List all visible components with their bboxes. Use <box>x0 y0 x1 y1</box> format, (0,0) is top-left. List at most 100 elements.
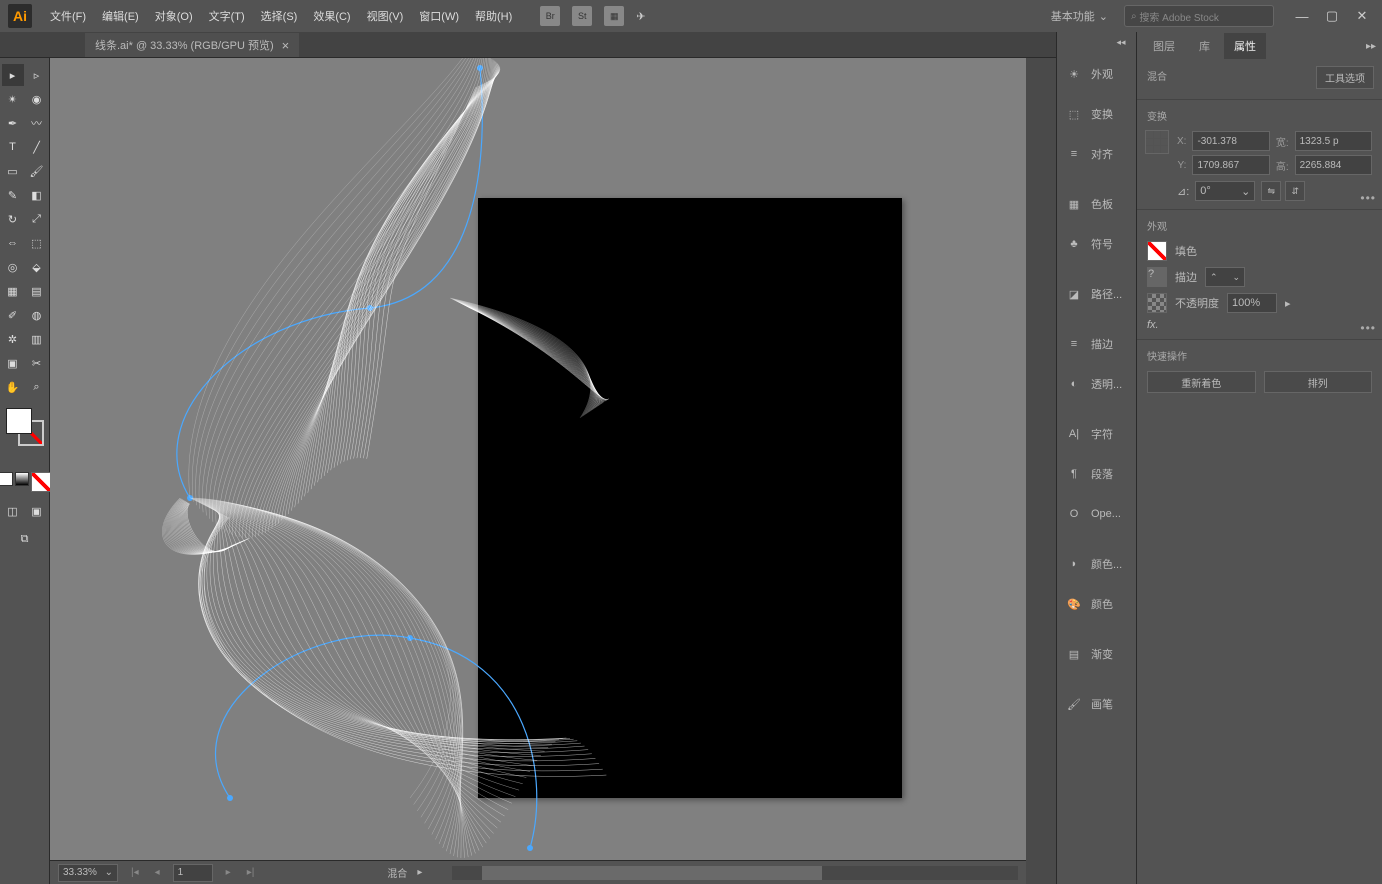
gradient-tool[interactable]: ▤ <box>26 280 48 302</box>
menu-effect[interactable]: 效果(C) <box>305 4 358 28</box>
dock-stroke[interactable]: ≡描边 <box>1057 324 1136 364</box>
fill-swatch[interactable] <box>1147 241 1167 261</box>
panel-collapse-icon[interactable]: ▸▸ <box>1366 41 1376 52</box>
flip-horizontal-button[interactable]: ⇋ <box>1261 181 1281 201</box>
pen-tool[interactable]: ✒ <box>2 112 24 134</box>
scale-tool[interactable]: ⤢ <box>26 208 48 230</box>
zoom-tool[interactable]: ⌕ <box>26 376 48 398</box>
dock-character[interactable]: A|字符 <box>1057 414 1136 454</box>
screen-mode-normal[interactable]: ◫ <box>2 500 24 522</box>
shaper-tool[interactable]: ✎ <box>2 184 24 206</box>
menu-view[interactable]: 视图(V) <box>359 4 412 28</box>
arrange-button[interactable]: 排列 <box>1264 371 1373 393</box>
fill-swatch[interactable] <box>6 408 32 434</box>
tab-libraries[interactable]: 库 <box>1189 33 1220 59</box>
recolor-button[interactable]: 重新着色 <box>1147 371 1256 393</box>
horizontal-scrollbar[interactable] <box>452 866 1018 880</box>
dock-appearance[interactable]: ☀外观 <box>1057 54 1136 94</box>
tab-properties[interactable]: 属性 <box>1224 33 1266 59</box>
dock-collapse-button[interactable]: ◂◂ <box>1106 32 1136 52</box>
opacity-input[interactable]: 100% <box>1227 293 1277 313</box>
opacity-swatch[interactable] <box>1147 293 1167 313</box>
section-menu-icon[interactable]: ••• <box>1360 191 1376 205</box>
tab-close-icon[interactable]: × <box>282 38 290 53</box>
close-button[interactable]: ✕ <box>1350 7 1374 25</box>
stroke-weight-input[interactable]: ⌃⌄ <box>1205 267 1245 287</box>
artboard-number-input[interactable]: 1 <box>173 864 213 882</box>
swatch-none[interactable] <box>31 472 51 492</box>
symbol-sprayer-tool[interactable]: ✲ <box>2 328 24 350</box>
dock-brushes[interactable]: 🖌画笔 <box>1057 684 1136 724</box>
dock-paragraph[interactable]: ¶段落 <box>1057 454 1136 494</box>
eyedropper-tool[interactable]: ✐ <box>2 304 24 326</box>
zoom-input[interactable]: 33.33%⌄ <box>58 864 118 882</box>
dock-transparency[interactable]: ◐透明... <box>1057 364 1136 404</box>
tab-layers[interactable]: 图层 <box>1143 33 1185 59</box>
first-artboard-button[interactable]: |◂ <box>128 867 142 878</box>
menu-type[interactable]: 文字(T) <box>201 4 253 28</box>
dock-pathfinder[interactable]: ◪路径... <box>1057 274 1136 314</box>
lasso-tool[interactable]: ◉ <box>26 88 48 110</box>
paintbrush-tool[interactable]: 🖌 <box>26 160 48 182</box>
stroke-swatch[interactable]: ? <box>1147 267 1167 287</box>
change-screen-mode[interactable]: ⧉ <box>14 528 36 550</box>
reference-point-selector[interactable] <box>1145 130 1169 154</box>
menu-edit[interactable]: 编辑(E) <box>94 4 147 28</box>
eraser-tool[interactable]: ◧ <box>26 184 48 206</box>
next-artboard-button[interactable]: ▸ <box>223 867 234 878</box>
shape-builder-tool[interactable]: ◎ <box>2 256 24 278</box>
slice-tool[interactable]: ✂ <box>26 352 48 374</box>
y-input[interactable]: 1709.867 <box>1192 155 1269 175</box>
line-tool[interactable]: ╱ <box>26 136 48 158</box>
maximize-button[interactable]: ▢ <box>1320 7 1344 25</box>
swatch-gradient[interactable] <box>15 472 29 486</box>
dock-swatches[interactable]: ▦色板 <box>1057 184 1136 224</box>
scrollbar-thumb[interactable] <box>482 866 821 880</box>
minimize-button[interactable]: — <box>1290 7 1314 25</box>
h-input[interactable]: 2265.884 <box>1295 155 1372 175</box>
bridge-icon[interactable]: Br <box>540 6 560 26</box>
blend-tool[interactable]: ◍ <box>26 304 48 326</box>
arrange-docs-icon[interactable]: ▦ <box>604 6 624 26</box>
rotate-tool[interactable]: ↻ <box>2 208 24 230</box>
status-menu-icon[interactable]: ▸ <box>417 867 422 878</box>
selection-tool[interactable]: ▸ <box>2 64 24 86</box>
free-transform-tool[interactable]: ⬚ <box>26 232 48 254</box>
dock-color[interactable]: 🎨颜色 <box>1057 584 1136 624</box>
fx-button[interactable]: fx. <box>1147 319 1372 331</box>
menu-window[interactable]: 窗口(W) <box>411 4 467 28</box>
canvas[interactable] <box>50 58 1026 860</box>
type-tool[interactable]: T <box>2 136 24 158</box>
hand-tool[interactable]: ✋ <box>2 376 24 398</box>
swatch-white[interactable] <box>0 472 13 486</box>
dock-symbols[interactable]: ♣符号 <box>1057 224 1136 264</box>
stock-search-input[interactable]: ⌕ 搜索 Adobe Stock <box>1124 5 1274 27</box>
section-menu-icon[interactable]: ••• <box>1360 321 1376 335</box>
menu-select[interactable]: 选择(S) <box>253 4 306 28</box>
dock-align[interactable]: ≡对齐 <box>1057 134 1136 174</box>
tool-options-button[interactable]: 工具选项 <box>1316 66 1374 89</box>
magic-wand-tool[interactable]: ✴ <box>2 88 24 110</box>
last-artboard-button[interactable]: ▸| <box>244 867 258 878</box>
w-input[interactable]: 1323.5 p <box>1295 131 1372 151</box>
graph-tool[interactable]: ▥ <box>26 328 48 350</box>
opacity-menu-icon[interactable]: ▸ <box>1285 297 1291 310</box>
menu-file[interactable]: 文件(F) <box>42 4 94 28</box>
menu-object[interactable]: 对象(O) <box>147 4 201 28</box>
dock-gradient[interactable]: ▤渐变 <box>1057 634 1136 674</box>
direct-selection-tool[interactable]: ▹ <box>26 64 48 86</box>
prev-artboard-button[interactable]: ◂ <box>152 867 163 878</box>
rotate-input[interactable]: 0°⌄ <box>1195 181 1255 201</box>
fill-stroke-swatch[interactable] <box>6 408 44 446</box>
document-tab[interactable]: 线条.ai* @ 33.33% (RGB/GPU 预览) × <box>85 33 299 57</box>
stock-icon[interactable]: St <box>572 6 592 26</box>
dock-transform[interactable]: ⬚变换 <box>1057 94 1136 134</box>
width-tool[interactable]: ⇔ <box>2 232 24 254</box>
x-input[interactable]: -301.378 <box>1192 131 1269 151</box>
dock-color-guide[interactable]: ◗颜色... <box>1057 544 1136 584</box>
menu-help[interactable]: 帮助(H) <box>467 4 520 28</box>
curvature-tool[interactable]: 〰 <box>26 112 48 134</box>
workspace-selector[interactable]: 基本功能 ⌄ <box>1043 4 1116 28</box>
dock-opentype[interactable]: OOpe... <box>1057 494 1136 534</box>
mesh-tool[interactable]: ▦ <box>2 280 24 302</box>
